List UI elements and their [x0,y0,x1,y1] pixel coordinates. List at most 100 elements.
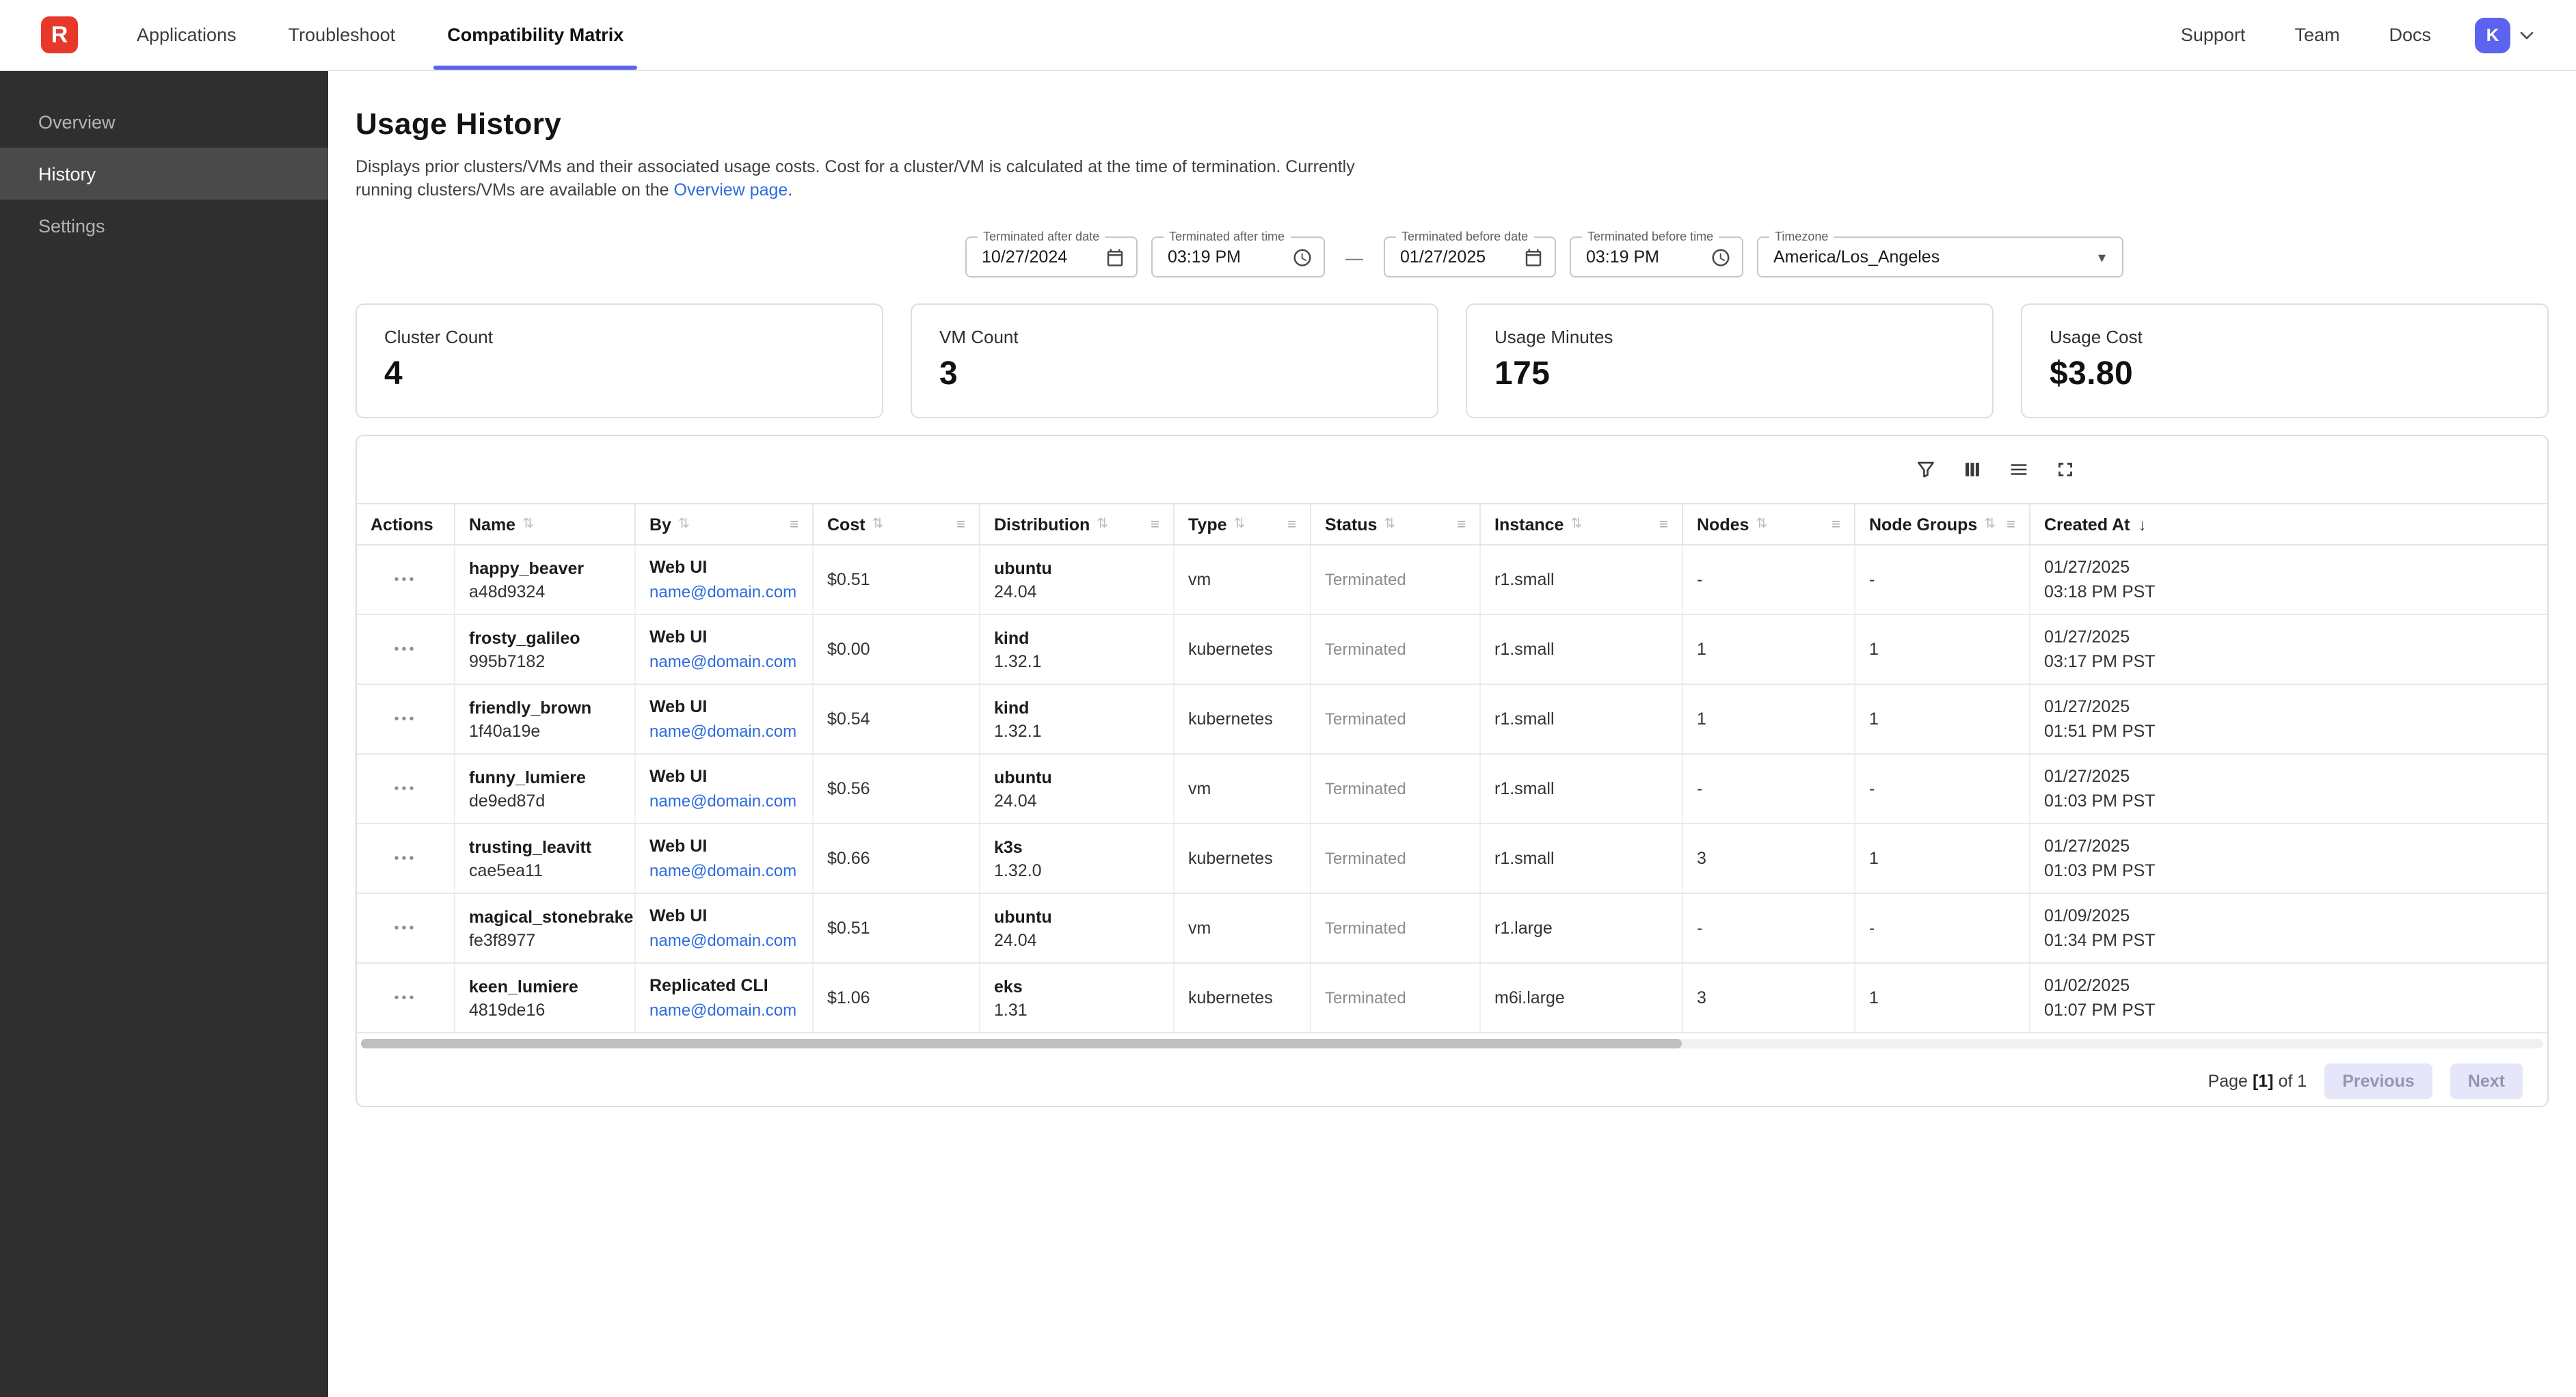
primary-nav: Applications Troubleshoot Compatibility … [111,0,649,70]
chevron-down-icon[interactable] [2516,24,2538,46]
by-cell: Replicated CLI name@domain.com [636,964,814,1032]
status-badge: Terminated [1325,640,1466,659]
fullscreen-icon [2054,458,2077,485]
type-cell: vm [1175,545,1311,614]
previous-page-button[interactable]: Previous [2324,1063,2432,1099]
clock-icon[interactable] [1710,247,1731,267]
cluster-id: 995b7182 [469,651,621,670]
terminated-before-date-field[interactable]: Terminated before date 01/27/2025 [1384,236,1556,277]
columns-button[interactable] [1961,458,1984,485]
status-badge: Terminated [1325,919,1466,938]
fullscreen-button[interactable] [2054,458,2077,485]
stats-row: Cluster Count 4 VM Count 3 Usage Minutes… [355,303,2549,418]
nav-team[interactable]: Team [2294,25,2339,45]
column-header-cost[interactable]: Cost ⇅ ≡ [814,504,980,544]
column-header-status[interactable]: Status ⇅ ≡ [1311,504,1481,544]
created-by-email-link[interactable]: name@domain.com [649,861,799,880]
nodes-cell: 1 [1683,615,1855,683]
by-cell: Web UI name@domain.com [636,685,814,753]
column-menu-icon[interactable]: ≡ [1457,516,1466,532]
column-menu-icon[interactable]: ≡ [1659,516,1668,532]
distribution-cell: eks 1.31 [980,964,1175,1032]
nav-troubleshoot[interactable]: Troubleshoot [263,0,422,70]
app-root: R Applications Troubleshoot Compatibilit… [0,0,2576,1397]
column-menu-icon[interactable]: ≡ [1832,516,1840,532]
calendar-icon[interactable] [1105,247,1125,267]
created-by-email-link[interactable]: name@domain.com [649,722,799,741]
created-by-email-link[interactable]: name@domain.com [649,652,799,671]
name-cell: keen_lumiere 4819de16 [455,964,636,1032]
instance-cell: r1.small [1481,685,1683,753]
created-date: 01/27/2025 [2044,837,2534,856]
sidebar-item-settings[interactable]: Settings [0,200,328,252]
row-actions-button[interactable]: ••• [388,915,422,941]
timezone-select[interactable]: Timezone America/Los_Angeles ▾ [1757,236,2123,277]
user-avatar[interactable]: K [2475,17,2510,53]
replicated-logo[interactable]: R [41,16,78,53]
column-menu-icon[interactable]: ≡ [1151,516,1159,532]
overview-page-link[interactable]: Overview page [674,180,788,199]
sidebar-item-history[interactable]: History [0,148,328,200]
node-groups-cell: 1 [1855,824,2030,893]
by-cell: Web UI name@domain.com [636,894,814,962]
calendar-icon[interactable] [1523,247,1544,267]
created-at-cell: 01/27/2025 03:17 PM PST [2030,615,2547,683]
created-by-email-link[interactable]: name@domain.com [649,931,799,950]
column-header-name[interactable]: Name ⇅ [455,504,636,544]
nav-compatibility-matrix[interactable]: Compatibility Matrix [421,0,649,70]
table-footer: Page [1] of 1 Previous Next [357,1051,2547,1107]
distribution-version: 24.04 [994,791,1159,810]
created-date: 01/02/2025 [2044,976,2534,995]
terminated-before-time-field[interactable]: Terminated before time 03:19 PM [1570,236,1743,277]
column-header-created-at[interactable]: Created At ↓ [2030,504,2547,544]
row-actions-button[interactable]: ••• [388,985,422,1011]
column-menu-icon[interactable]: ≡ [1287,516,1296,532]
sidebar-item-overview[interactable]: Overview [0,96,328,148]
density-button[interactable] [2007,458,2030,485]
nav-applications[interactable]: Applications [111,0,263,70]
nav-docs[interactable]: Docs [2389,25,2431,45]
nav-support[interactable]: Support [2181,25,2246,45]
filter-button[interactable] [1914,458,1937,485]
created-by-email-link[interactable]: name@domain.com [649,791,799,811]
column-header-nodes[interactable]: Nodes ⇅ ≡ [1683,504,1855,544]
status-cell: Terminated [1311,824,1481,893]
cluster-name: friendly_brown [469,698,621,717]
column-menu-icon[interactable]: ≡ [956,516,965,532]
stat-card-usage-cost: Usage Cost $3.80 [2021,303,2549,418]
actions-cell: ••• [357,615,455,683]
column-header-type[interactable]: Type ⇅ ≡ [1175,504,1311,544]
column-menu-icon[interactable]: ≡ [2007,516,2015,532]
column-header-node-groups[interactable]: Node Groups ⇅ ≡ [1855,504,2030,544]
horizontal-scrollbar-thumb[interactable] [361,1039,1681,1048]
terminated-after-date-field[interactable]: Terminated after date 10/27/2024 [965,236,1138,277]
row-actions-button[interactable]: ••• [388,706,422,732]
row-actions-button[interactable]: ••• [388,845,422,871]
column-header-distribution[interactable]: Distribution ⇅ ≡ [980,504,1175,544]
column-menu-icon[interactable]: ≡ [790,516,799,532]
column-header-instance[interactable]: Instance ⇅ ≡ [1481,504,1683,544]
column-header-by[interactable]: By ⇅ ≡ [636,504,814,544]
cluster-name: frosty_galileo [469,628,621,647]
nodes-cell: - [1683,755,1855,823]
type-cell: kubernetes [1175,685,1311,753]
distribution-version: 1.32.1 [994,721,1159,740]
status-badge: Terminated [1325,779,1466,798]
row-actions-button[interactable]: ••• [388,776,422,802]
clock-icon[interactable] [1292,247,1313,267]
distribution-cell: kind 1.32.1 [980,685,1175,753]
created-by-email-link[interactable]: name@domain.com [649,1001,799,1020]
next-page-button[interactable]: Next [2450,1063,2523,1099]
row-actions-button[interactable]: ••• [388,567,422,593]
stat-value: 175 [1494,355,1965,394]
horizontal-scrollbar[interactable] [361,1039,2543,1048]
pagination-status: Page [1] of 1 [2208,1072,2307,1091]
created-by-email-link[interactable]: name@domain.com [649,582,799,601]
instance-cell: r1.small [1481,615,1683,683]
row-actions-button[interactable]: ••• [388,636,422,662]
stat-card-cluster-count: Cluster Count 4 [355,303,883,418]
terminated-after-time-field[interactable]: Terminated after time 03:19 PM [1151,236,1325,277]
cluster-id: de9ed87d [469,791,621,810]
timezone-value: America/Los_Angeles [1773,247,2098,267]
type-cell: vm [1175,894,1311,962]
